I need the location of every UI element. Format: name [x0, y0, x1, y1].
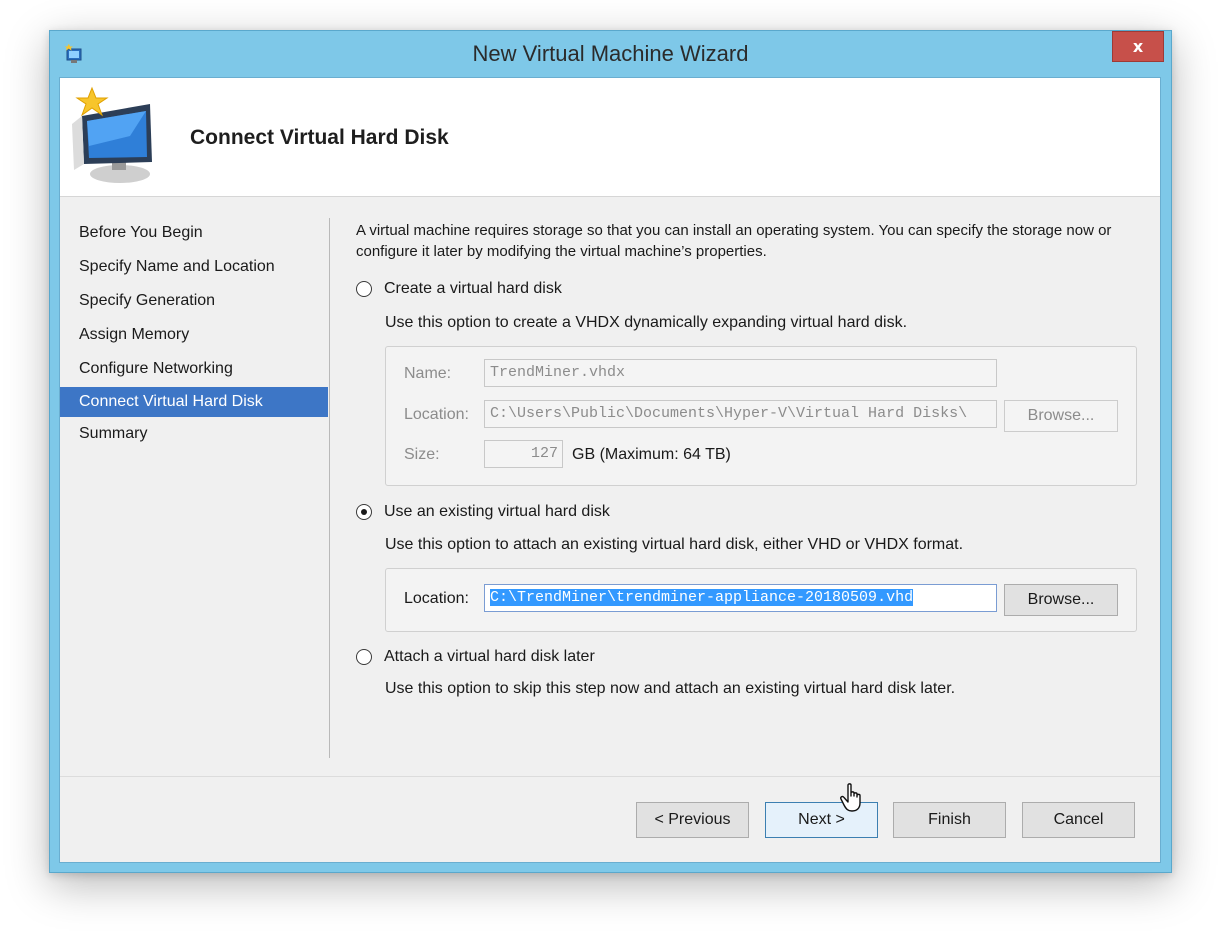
size-label: Size: — [404, 446, 440, 463]
nav-item-summary[interactable]: Summary — [60, 417, 328, 451]
nav-item-configure-networking[interactable]: Configure Networking — [60, 352, 328, 386]
nav-item-specify-generation[interactable]: Specify Generation — [60, 284, 328, 318]
radio-create-vhd[interactable]: Create a virtual hard disk — [356, 280, 562, 298]
radio-existing-vhd[interactable]: Use an existing virtual hard disk — [356, 503, 610, 521]
browse-button[interactable]: Browse... — [1004, 584, 1118, 616]
radio-attach-later[interactable]: Attach a virtual hard disk later — [356, 648, 595, 666]
wizard-header: Connect Virtual Hard Disk — [60, 78, 1160, 197]
attach-later-help: Use this option to skip this step now an… — [385, 680, 956, 697]
radio-existing-vhd-circle[interactable] — [356, 504, 372, 520]
location-label-disabled: Location: — [404, 406, 469, 423]
footer-separator — [60, 776, 1160, 777]
nav-item-assign-memory[interactable]: Assign Memory — [60, 318, 328, 352]
content-panel: A virtual machine requires storage so th… — [356, 220, 1146, 697]
existing-vhd-group: Location: C:\TrendMiner\trendminer-appli… — [385, 568, 1137, 632]
radio-attach-later-label: Attach a virtual hard disk later — [384, 648, 595, 665]
nav-item-before-you-begin[interactable]: Before You Begin — [60, 216, 328, 250]
create-vhd-group: Name: TrendMiner.vhdx Location: C:\Users… — [385, 346, 1137, 486]
description-text: A virtual machine requires storage so th… — [356, 222, 1112, 260]
nav-item-connect-virtual-hard-disk[interactable]: Connect Virtual Hard Disk — [60, 387, 328, 417]
wizard-window: New Virtual Machine Wizard x Connect Vir… — [49, 30, 1172, 873]
next-button[interactable]: Next > — [765, 802, 878, 838]
location-field-disabled[interactable]: C:\Users\Public\Documents\Hyper-V\Virtua… — [484, 400, 997, 428]
cancel-button[interactable]: Cancel — [1022, 802, 1135, 838]
existing-vhd-help: Use this option to attach an existing vi… — [385, 536, 964, 553]
window-title: New Virtual Machine Wizard — [472, 41, 749, 66]
radio-create-vhd-label: Create a virtual hard disk — [384, 280, 562, 297]
wizard-monitor-icon — [72, 86, 152, 183]
page-title: Connect Virtual Hard Disk — [190, 126, 449, 149]
name-field[interactable]: TrendMiner.vhdx — [484, 359, 997, 387]
close-icon: x — [1132, 37, 1144, 56]
radio-attach-later-circle[interactable] — [356, 649, 372, 665]
browse-button-disabled[interactable]: Browse... — [1004, 400, 1118, 432]
radio-create-vhd-circle[interactable] — [356, 281, 372, 297]
size-field[interactable]: 127 — [484, 440, 563, 468]
wizard-nav: Before You Begin Specify Name and Locati… — [60, 216, 328, 451]
radio-existing-vhd-label: Use an existing virtual hard disk — [384, 503, 610, 520]
name-label: Name: — [404, 365, 452, 382]
close-button[interactable]: x — [1112, 31, 1164, 62]
finish-button[interactable]: Finish — [893, 802, 1006, 838]
location-label: Location: — [404, 590, 469, 607]
nav-item-specify-name-location[interactable]: Specify Name and Location — [60, 250, 328, 284]
location-field[interactable]: C:\TrendMiner\trendminer-appliance-20180… — [484, 584, 997, 612]
wizard-client-area: Connect Virtual Hard Disk Before You Beg… — [59, 77, 1161, 863]
create-vhd-help: Use this option to create a VHDX dynamic… — [385, 314, 908, 331]
nav-divider — [329, 218, 330, 758]
location-field-selected-text: C:\TrendMiner\trendminer-appliance-20180… — [490, 589, 914, 606]
previous-button[interactable]: < Previous — [636, 802, 749, 838]
size-suffix: GB (Maximum: 64 TB) — [572, 446, 731, 463]
title-bar[interactable]: New Virtual Machine Wizard x — [50, 31, 1171, 77]
